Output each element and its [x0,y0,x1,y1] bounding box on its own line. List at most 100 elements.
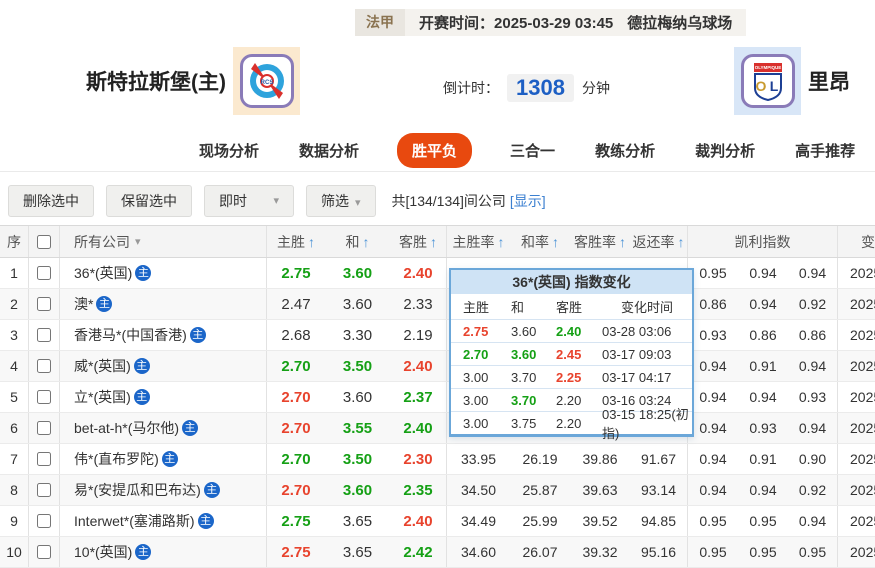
draw-odds-cell[interactable]: 3.65 [325,537,390,567]
home-odds-cell[interactable]: 2.75 [267,258,325,288]
draw-odds-cell[interactable]: 3.50 [325,351,390,381]
odds-table-row[interactable]: 3 香港马*(中国香港) 主 2.68 3.30 2.19 0.93 0.86 … [0,320,875,351]
draw-odds-cell[interactable]: 3.60 [325,258,390,288]
draw-odds-value: 3.50 [342,357,373,375]
delete-selected-button[interactable]: 删除选中 [8,184,94,217]
away-odds-cell[interactable]: 2.35 [390,475,447,505]
home-odds-value: 2.75 [281,512,311,530]
row-checkbox[interactable] [37,421,51,435]
header-away-odds[interactable]: 客胜 ↑ [390,226,447,257]
change-time-cell: 2025-0 [850,420,875,436]
row-checkbox[interactable] [37,266,51,280]
draw-odds-cell[interactable]: 3.55 [325,413,390,443]
home-badge-icon: 主 [133,389,150,405]
away-odds-cell[interactable]: 2.37 [390,382,447,412]
company-cell[interactable]: 澳* 主 [60,289,267,319]
filter-button[interactable]: 筛选 ▾ [306,184,376,217]
row-checkbox[interactable] [37,390,51,404]
home-odds-cell[interactable]: 2.70 [267,351,325,381]
draw-odds-cell[interactable]: 3.65 [325,506,390,536]
away-odds-value: 2.40 [403,264,433,282]
header-draw-rate[interactable]: 和率 ↑ [510,226,570,257]
company-cell[interactable]: Interwet*(塞浦路斯) 主 [60,506,267,536]
odds-table-row[interactable]: 9 Interwet*(塞浦路斯) 主 2.75 3.65 2.40 34.49… [0,506,875,537]
draw-odds-cell[interactable]: 3.60 [325,475,390,505]
kelly-home-cell: 0.95 [699,513,727,529]
header-home-rate[interactable]: 主胜率 ↑ [447,226,510,257]
row-checkbox[interactable] [37,328,51,342]
nav-tab[interactable]: 三合一 [508,133,557,168]
header-change-time: 变化时间 [861,233,875,250]
away-odds-value: 2.37 [403,388,433,406]
header-checkbox-cell[interactable] [29,226,60,257]
home-odds-cell[interactable]: 2.70 [267,413,325,443]
home-odds-cell[interactable]: 2.70 [267,444,325,474]
draw-odds-cell[interactable]: 3.60 [325,382,390,412]
draw-odds-cell[interactable]: 3.60 [325,289,390,319]
away-odds-cell[interactable]: 2.40 [390,506,447,536]
select-all-checkbox[interactable] [37,234,51,249]
draw-odds-value: 3.65 [342,512,373,530]
nav-tab[interactable]: 教练分析 [593,133,657,168]
header-home-odds[interactable]: 主胜 ↑ [267,226,325,257]
keep-selected-button[interactable]: 保留选中 [106,184,192,217]
home-odds-cell[interactable]: 2.47 [267,289,325,319]
away-odds-cell[interactable]: 2.19 [390,320,447,350]
home-odds-cell[interactable]: 2.75 [267,537,325,567]
header-return-rate[interactable]: 返还率 ↑ [630,226,688,257]
home-odds-cell[interactable]: 2.70 [267,382,325,412]
odds-table-row[interactable]: 4 威*(英国) 主 2.70 3.50 2.40 0.94 0.91 0.94… [0,351,875,382]
popup-history-row: 2.75 3.60 2.40 03-28 03:06 [451,319,692,342]
away-odds-cell[interactable]: 2.42 [390,537,447,567]
odds-table-row[interactable]: 5 立*(英国) 主 2.70 3.60 2.37 0.94 0.94 0.93… [0,382,875,413]
odds-table-row[interactable]: 10 10*(英国) 主 2.75 3.65 2.42 34.60 26.07 … [0,537,875,568]
home-odds-cell[interactable]: 2.68 [267,320,325,350]
header-away-rate[interactable]: 客胜率 ↑ [570,226,630,257]
draw-rate-cell: 25.99 [522,513,558,529]
odds-table-row[interactable]: 1 36*(英国) 主 2.75 3.60 2.40 0.95 0.94 0.9… [0,258,875,289]
odds-table-row[interactable]: 6 bet-at-h*(马尔他) 主 2.70 3.55 2.40 0.94 0… [0,413,875,444]
away-crest-icon: OLYMPIQUE O L [740,54,795,108]
away-odds-cell[interactable]: 2.30 [390,444,447,474]
row-checkbox[interactable] [37,452,51,466]
live-odds-select[interactable]: 即时 ▾ [204,184,294,217]
draw-rate-cell: 26.07 [522,544,558,560]
popup-change-time: 03-28 03:06 [602,323,672,339]
header-company[interactable]: 所有公司 ▾ [60,226,267,257]
draw-odds-cell[interactable]: 3.30 [325,320,390,350]
odds-table-row[interactable]: 2 澳* 主 2.47 3.60 2.33 0.86 0.94 0.92 202… [0,289,875,320]
popup-header-away: 客胜 [556,300,583,315]
home-badge-icon: 主 [182,420,199,436]
company-cell[interactable]: 香港马*(中国香港) 主 [60,320,267,350]
row-checkbox[interactable] [37,359,51,373]
nav-tab[interactable]: 胜平负 [397,133,473,168]
away-odds-value: 2.40 [403,419,433,437]
home-odds-cell[interactable]: 2.70 [267,475,325,505]
nav-tab[interactable]: 现场分析 [197,133,261,168]
company-cell[interactable]: 36*(英国) 主 [60,258,267,288]
company-cell[interactable]: 10*(英国) 主 [60,537,267,567]
row-checkbox[interactable] [37,483,51,497]
nav-tab[interactable]: 高手推荐 [793,133,857,168]
odds-table-row[interactable]: 7 伟*(直布罗陀) 主 2.70 3.50 2.30 33.95 26.19 … [0,444,875,475]
company-cell[interactable]: 立*(英国) 主 [60,382,267,412]
away-odds-cell[interactable]: 2.33 [390,289,447,319]
row-checkbox[interactable] [37,545,51,559]
away-odds-cell[interactable]: 2.40 [390,351,447,381]
away-odds-cell[interactable]: 2.40 [390,413,447,443]
company-cell[interactable]: 伟*(直布罗陀) 主 [60,444,267,474]
home-odds-cell[interactable]: 2.75 [267,506,325,536]
show-link[interactable]: [显示] [510,193,546,209]
header-draw-odds[interactable]: 和 ↑ [325,226,390,257]
nav-tab[interactable]: 数据分析 [297,133,361,168]
draw-odds-cell[interactable]: 3.50 [325,444,390,474]
row-checkbox[interactable] [37,514,51,528]
company-cell[interactable]: bet-at-h*(马尔他) 主 [60,413,267,443]
odds-table-row[interactable]: 8 易*(安提瓜和巴布达) 主 2.70 3.60 2.35 34.50 25.… [0,475,875,506]
company-cell[interactable]: 易*(安提瓜和巴布达) 主 [60,475,267,505]
company-cell[interactable]: 威*(英国) 主 [60,351,267,381]
home-odds-value: 2.75 [281,543,311,561]
row-checkbox[interactable] [37,297,51,311]
away-odds-cell[interactable]: 2.40 [390,258,447,288]
nav-tab[interactable]: 裁判分析 [693,133,757,168]
